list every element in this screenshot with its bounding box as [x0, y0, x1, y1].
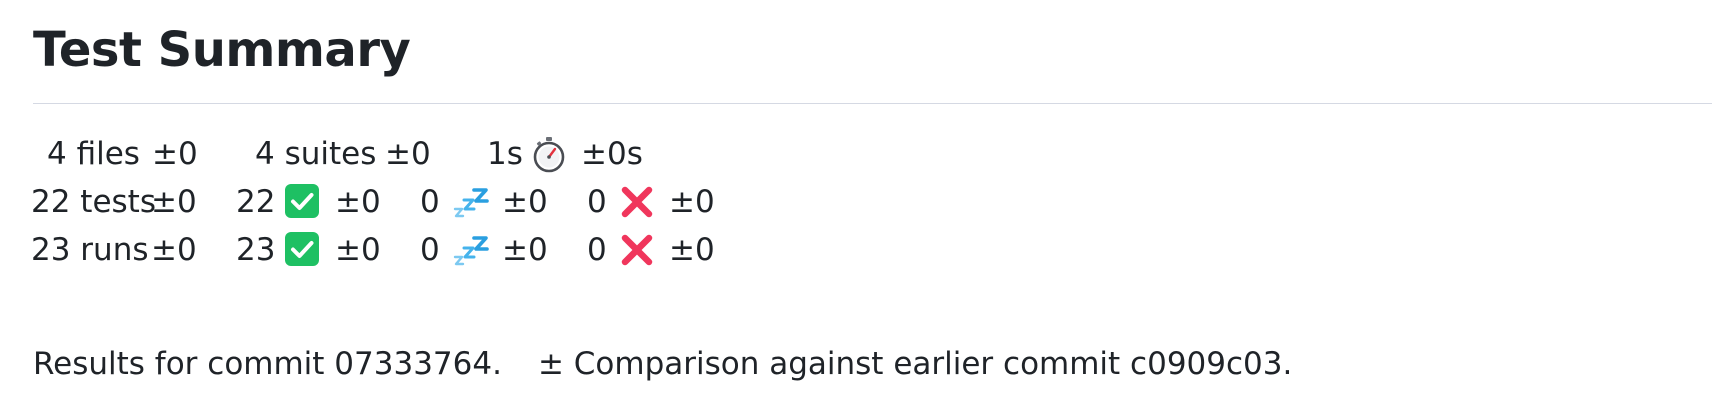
suites-count: 4 suites: [255, 136, 377, 172]
page-title: Test Summary: [33, 22, 411, 78]
runs-count: 23 runs: [31, 232, 149, 268]
cross-mark-icon: [619, 232, 655, 268]
duration-value: 1s: [487, 136, 523, 172]
tests-failed-count: 0: [587, 184, 607, 220]
files-delta: ±0: [152, 136, 198, 172]
runs-skipped-count: 0: [420, 232, 440, 268]
check-mark-icon: [285, 184, 319, 218]
tests-passed-delta: ±0: [335, 184, 381, 220]
runs-passed-count: 23: [236, 232, 276, 268]
duration-delta: ±0s: [581, 136, 643, 172]
runs-delta: ±0: [151, 232, 197, 268]
sleeping-zzz-icon: [452, 234, 490, 268]
check-mark-icon: [285, 232, 319, 266]
tests-skipped-delta: ±0: [502, 184, 548, 220]
sleeping-zzz-icon: [452, 186, 490, 220]
runs-failed-delta: ±0: [669, 232, 715, 268]
suites-delta: ±0: [385, 136, 431, 172]
results-footer: Results for commit 07333764. ± Comparison…: [33, 344, 1292, 384]
files-count: 4 files: [47, 136, 140, 172]
runs-skipped-delta: ±0: [502, 232, 548, 268]
cross-mark-icon: [619, 184, 655, 220]
tests-count: 22 tests: [31, 184, 156, 220]
title-divider: [33, 103, 1712, 104]
tests-failed-delta: ±0: [669, 184, 715, 220]
runs-passed-delta: ±0: [335, 232, 381, 268]
stopwatch-icon: [531, 134, 567, 174]
tests-delta: ±0: [151, 184, 197, 220]
tests-passed-count: 22: [236, 184, 276, 220]
runs-failed-count: 0: [587, 232, 607, 268]
tests-skipped-count: 0: [420, 184, 440, 220]
comparison-commit-text: ± Comparison against earlier commit c090…: [537, 346, 1293, 382]
results-commit-text: Results for commit 07333764.: [33, 346, 502, 382]
